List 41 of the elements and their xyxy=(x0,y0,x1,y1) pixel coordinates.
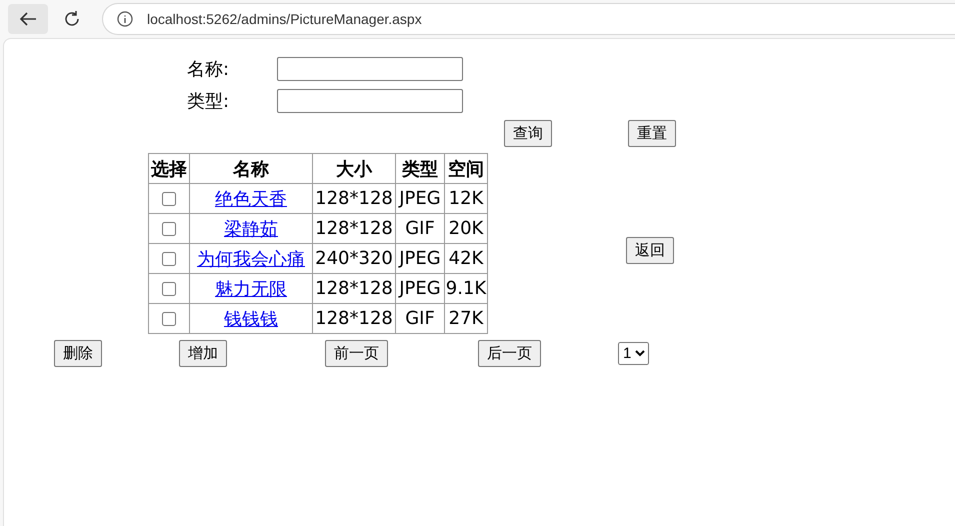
table-cell: GIF xyxy=(396,304,444,334)
row-checkbox[interactable] xyxy=(162,252,176,266)
input-field[interactable] xyxy=(277,89,463,113)
next-page-button[interactable]: 后一页 xyxy=(478,340,541,367)
row-checkbox[interactable] xyxy=(162,222,176,236)
table-cell: 240*320 xyxy=(312,244,396,274)
table-cell: 20K xyxy=(444,214,488,244)
column-header: 空间 xyxy=(444,154,488,184)
column-header: 名称 xyxy=(190,154,312,184)
column-header: 大小 xyxy=(312,154,396,184)
back-button[interactable]: 返回 xyxy=(626,237,674,264)
row-checkbox[interactable] xyxy=(162,282,176,296)
table-cell: 27K xyxy=(444,304,488,334)
input-field[interactable] xyxy=(277,57,463,81)
back-icon[interactable] xyxy=(8,4,48,34)
table-cell: 9.1K xyxy=(444,274,488,304)
table-cell: 128*128 xyxy=(312,184,396,214)
row-checkbox[interactable] xyxy=(162,192,176,206)
url-text: localhost:5262/admins/PictureManager.aspx xyxy=(147,11,422,27)
table-cell: GIF xyxy=(396,214,444,244)
field-label: 名称: xyxy=(187,58,230,81)
page-select[interactable]: 1 xyxy=(618,342,649,365)
table-cell: 128*128 xyxy=(312,274,396,304)
info-icon[interactable] xyxy=(117,11,133,27)
column-header: 选择 xyxy=(148,154,190,184)
column-header: 类型 xyxy=(396,154,444,184)
table-cell: 128*128 xyxy=(312,304,396,334)
table-cell: JPEG xyxy=(396,274,444,304)
table-cell: 42K xyxy=(444,244,488,274)
table-cell: JPEG xyxy=(396,184,444,214)
form-button[interactable]: 重置 xyxy=(628,120,676,147)
table-cell: 128*128 xyxy=(312,214,396,244)
table-cell: 12K xyxy=(444,184,488,214)
table-cell: JPEG xyxy=(396,244,444,274)
field-label: 类型: xyxy=(187,90,230,113)
previous-page-button[interactable]: 前一页 xyxy=(325,340,388,367)
form-button[interactable]: 查询 xyxy=(504,120,552,147)
add-button[interactable]: 增加 xyxy=(179,340,227,367)
address-bar[interactable]: localhost:5262/admins/PictureManager.aspx xyxy=(102,3,955,35)
row-checkbox[interactable] xyxy=(162,312,176,326)
delete-button[interactable]: 删除 xyxy=(54,340,102,367)
